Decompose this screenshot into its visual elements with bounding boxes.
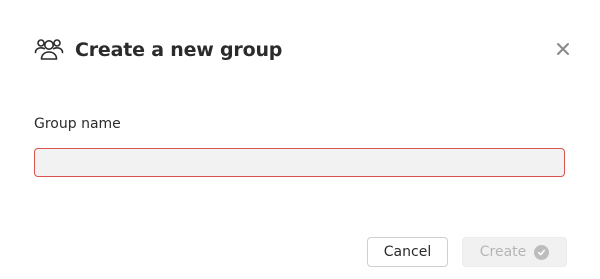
group-name-input[interactable] — [34, 148, 565, 177]
close-icon[interactable] — [552, 38, 574, 60]
check-circle-icon — [534, 244, 550, 260]
group-icon — [33, 34, 65, 66]
create-group-dialog: Create a new group Group name Cancel Cre… — [0, 0, 600, 279]
cancel-button[interactable]: Cancel — [367, 237, 448, 267]
create-button-label: Create — [479, 244, 527, 260]
group-name-label: Group name — [34, 116, 121, 132]
dialog-footer: Cancel Create — [367, 237, 567, 267]
cancel-button-label: Cancel — [383, 244, 432, 260]
dialog-title: Create a new group — [75, 39, 283, 61]
create-button[interactable]: Create — [462, 237, 567, 267]
dialog-header: Create a new group — [33, 34, 282, 66]
